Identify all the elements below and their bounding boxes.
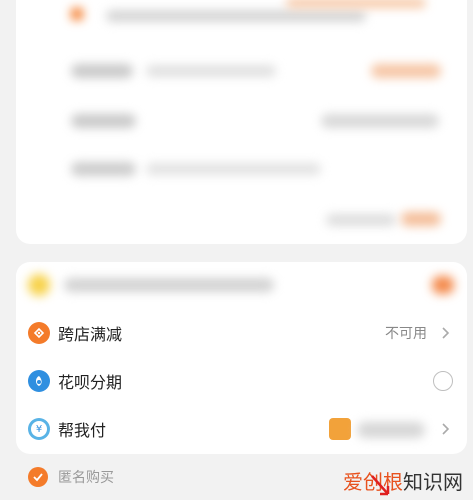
blurred-badge: [71, 8, 83, 20]
blurred-contact: [357, 422, 425, 438]
cross-store-discount-label: 跨店满减: [58, 325, 123, 344]
blurred-value: [371, 64, 441, 78]
blurred-text: [106, 10, 366, 22]
blurred-text: [146, 65, 276, 77]
promo-text: [64, 278, 274, 292]
watermark: 爱创根 知识网: [343, 466, 463, 495]
blurred-label: [71, 114, 136, 128]
chevron-right-icon: [442, 327, 450, 339]
arrow-annotation-icon: [371, 475, 390, 496]
order-summary-card: [16, 0, 467, 244]
huabei-installment-label: 花呗分期: [58, 373, 123, 392]
chevron-right-icon: [442, 423, 450, 435]
help-me-pay-row[interactable]: ¥ 帮我付: [16, 406, 467, 452]
blurred-label: [71, 64, 133, 78]
anonymous-purchase-toggle[interactable]: 匿名购买: [28, 466, 114, 488]
blurred-text: [286, 0, 426, 8]
cross-store-discount-status: 不可用: [385, 326, 427, 342]
blurred-label: [71, 162, 136, 176]
huabei-radio[interactable]: [433, 371, 453, 391]
help-pay-icon: ¥: [28, 418, 50, 440]
help-me-pay-label: 帮我付: [58, 421, 107, 440]
promo-tag: [432, 276, 454, 294]
huabei-installment-row[interactable]: 花呗分期: [16, 358, 467, 404]
cross-store-discount-row[interactable]: 跨店满减 不可用: [16, 310, 467, 356]
blurred-text: [326, 214, 396, 226]
anonymous-purchase-label: 匿名购买: [58, 470, 114, 486]
blurred-text: [146, 163, 321, 175]
avatar: [329, 418, 351, 440]
coupon-icon: [28, 322, 50, 344]
blurred-value: [401, 212, 441, 226]
promo-icon: [28, 274, 50, 296]
watermark-site: 知识网: [403, 470, 463, 494]
checkmark-icon: [28, 467, 48, 487]
payment-options-card: 跨店满减 不可用 花呗分期 ¥ 帮我付: [16, 262, 467, 454]
huabei-icon: [28, 370, 50, 392]
blurred-value: [321, 114, 439, 128]
